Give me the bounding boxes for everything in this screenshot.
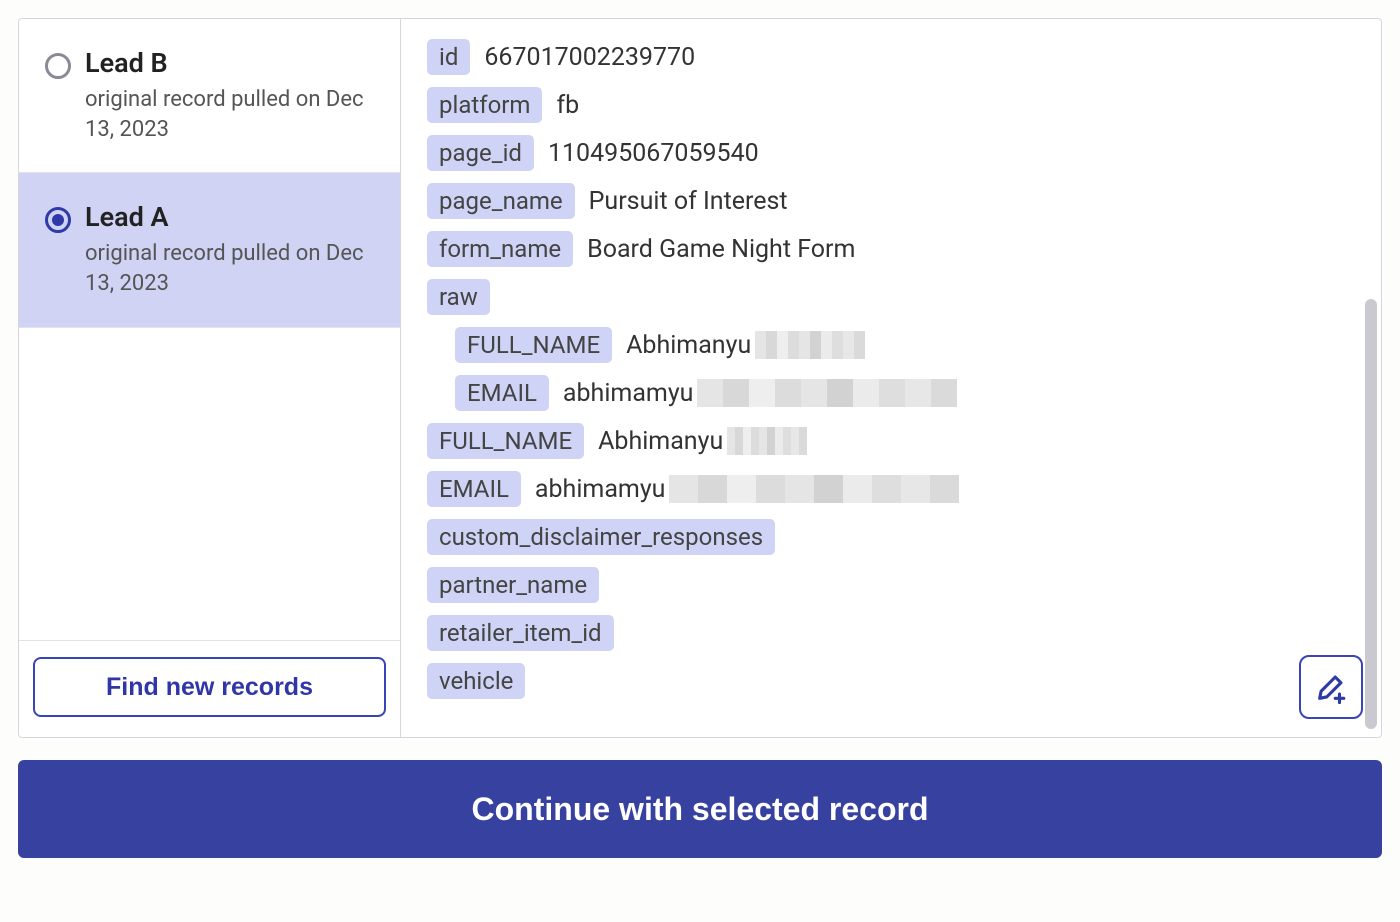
lead-option-a[interactable]: Lead A original record pulled on Dec 13,… [19,173,400,327]
field-vehicle: vehicle [427,663,1355,699]
field-raw-email: EMAIL abhimamyu [455,375,1355,411]
field-key: FULL_NAME [427,423,584,459]
radio-unchecked-icon[interactable] [45,53,71,79]
field-page-name: page_name Pursuit of Interest [427,183,1355,219]
field-retailer-item-id: retailer_item_id [427,615,1355,651]
lead-title: Lead A [85,201,378,233]
sidebar-spacer [19,328,400,641]
record-detail: id 667017002239770 platform fb page_id 1… [401,19,1381,737]
edit-plus-icon [1314,670,1348,704]
field-email: EMAIL abhimamyu [427,471,1355,507]
field-platform: platform fb [427,87,1355,123]
field-page-id: page_id 110495067059540 [427,135,1355,171]
field-key: EMAIL [455,375,549,411]
lead-text: Lead A original record pulled on Dec 13,… [85,201,378,298]
value-text: Abhimanyu [598,427,723,456]
field-full-name: FULL_NAME Abhimanyu [427,423,1355,459]
lead-option-b[interactable]: Lead B original record pulled on Dec 13,… [19,19,400,173]
lead-subtitle: original record pulled on Dec 13, 2023 [85,85,378,144]
field-id: id 667017002239770 [427,39,1355,75]
field-value: abhimamyu [535,475,960,504]
field-key: id [427,39,470,75]
field-key: page_name [427,183,575,219]
lead-subtitle: original record pulled on Dec 13, 2023 [85,239,378,298]
sidebar-actions: Find new records [19,641,400,737]
field-raw-full-name: FULL_NAME Abhimanyu [455,327,1355,363]
redacted-region [669,475,959,503]
field-form-name: form_name Board Game Night Form [427,231,1355,267]
field-key: retailer_item_id [427,615,614,651]
continue-button[interactable]: Continue with selected record [18,760,1382,858]
scrollbar[interactable] [1365,299,1377,729]
field-raw: raw [427,279,1355,315]
field-key: FULL_NAME [455,327,612,363]
field-partner-name: partner_name [427,567,1355,603]
field-key: raw [427,279,490,315]
field-value: 110495067059540 [548,139,759,168]
redacted-region [755,331,865,359]
value-text: abhimamyu [535,475,666,504]
lead-text: Lead B original record pulled on Dec 13,… [85,47,378,144]
field-key: EMAIL [427,471,521,507]
field-value: fb [556,91,579,120]
redacted-region [727,427,807,455]
field-key: form_name [427,231,573,267]
lead-sidebar: Lead B original record pulled on Dec 13,… [19,19,401,737]
value-text: Abhimanyu [626,331,751,360]
field-key: page_id [427,135,534,171]
page-root: Lead B original record pulled on Dec 13,… [0,0,1400,922]
field-value: Board Game Night Form [587,235,855,264]
field-key: platform [427,87,542,123]
field-custom-disclaimer-responses: custom_disclaimer_responses [427,519,1355,555]
field-value: Pursuit of Interest [589,187,788,216]
field-value: Abhimanyu [626,331,865,360]
redacted-region [697,379,957,407]
field-key: partner_name [427,567,599,603]
radio-checked-icon[interactable] [45,207,71,233]
field-key: vehicle [427,663,525,699]
find-new-records-button[interactable]: Find new records [33,657,386,717]
field-value: Abhimanyu [598,427,807,456]
record-panel: Lead B original record pulled on Dec 13,… [18,18,1382,738]
lead-title: Lead B [85,47,378,79]
edit-button[interactable] [1299,655,1363,719]
field-value: 667017002239770 [484,43,695,72]
field-key: custom_disclaimer_responses [427,519,775,555]
value-text: abhimamyu [563,379,694,408]
field-value: abhimamyu [563,379,958,408]
